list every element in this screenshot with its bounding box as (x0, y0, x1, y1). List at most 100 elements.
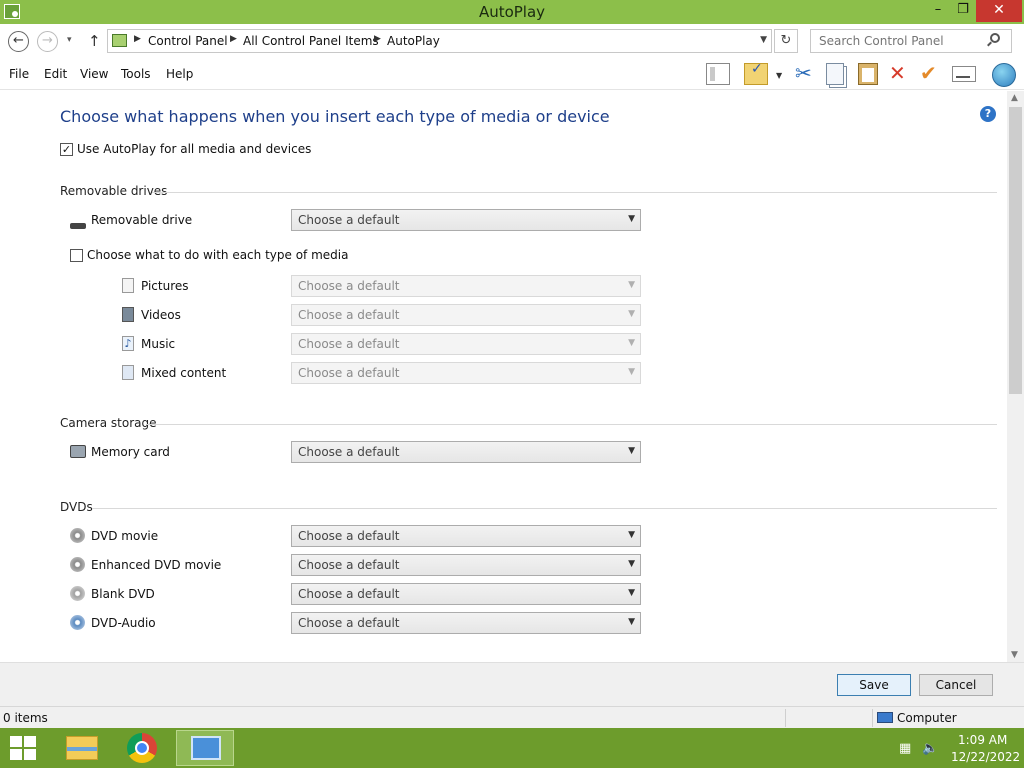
status-location: Computer (897, 711, 957, 725)
network-icon[interactable]: ▦ (899, 741, 911, 756)
select-value: Choose a default (298, 587, 400, 601)
start-button[interactable] (10, 736, 38, 762)
volume-icon[interactable]: 🔈 (922, 741, 938, 756)
properties-icon[interactable] (744, 61, 768, 85)
clock-time[interactable]: 1:09 AM (958, 733, 1007, 747)
control-panel-icon (112, 34, 127, 47)
help-icon[interactable]: ? (980, 106, 996, 122)
menu-edit[interactable]: Edit (44, 67, 67, 81)
forward-button[interactable]: → (37, 31, 58, 52)
dvd-audio-icon (70, 615, 85, 630)
chevron-down-icon: ▼ (628, 338, 635, 348)
windows-logo-pane (24, 736, 36, 747)
breadcrumb-autoplay[interactable]: AutoPlay (387, 34, 440, 48)
copy-icon[interactable] (826, 63, 844, 85)
address-row: ← → ▾ ↑ ▶ Control Panel ▶ All Control Pa… (0, 24, 1024, 58)
windows-logo-pane (10, 749, 22, 760)
cut-icon[interactable]: ✂ (795, 62, 812, 84)
cancel-button[interactable]: Cancel (919, 674, 993, 696)
scroll-up-icon[interactable]: ▲ (1011, 93, 1018, 103)
close-button[interactable]: ✕ (976, 0, 1022, 22)
music-select[interactable]: Choose a default ▼ (291, 333, 641, 355)
taskbar-control-panel[interactable] (176, 730, 234, 766)
scroll-thumb[interactable] (1009, 107, 1022, 394)
per-media-label[interactable]: Choose what to do with each type of medi… (87, 248, 348, 262)
memory-card-select[interactable]: Choose a default ▼ (291, 441, 641, 463)
taskbar-chrome[interactable] (114, 730, 172, 766)
pictures-label: Pictures (141, 279, 189, 293)
vertical-scrollbar[interactable]: ▲ ▼ (1007, 91, 1024, 662)
mixed-content-label: Mixed content (141, 366, 227, 380)
search-icon[interactable] (990, 33, 1000, 43)
chevron-down-icon[interactable]: ▼ (776, 71, 782, 80)
select-value: Choose a default (298, 308, 400, 322)
memory-card-label: Memory card (91, 445, 170, 459)
up-button[interactable]: ↑ (88, 32, 101, 50)
select-value: Choose a default (298, 558, 400, 572)
section-divider (152, 192, 997, 193)
chevron-down-icon: ▼ (628, 588, 635, 598)
select-value: Choose a default (298, 366, 400, 380)
maximize-button[interactable]: ❐ (949, 0, 977, 22)
paste-icon[interactable] (858, 63, 878, 85)
chevron-down-icon: ▼ (628, 559, 635, 569)
save-button[interactable]: Save (837, 674, 911, 696)
computer-icon (877, 712, 893, 723)
item-count: 0 items (3, 711, 48, 725)
breadcrumb-control-panel[interactable]: Control Panel (148, 34, 228, 48)
taskbar: ▦ 🔈 1:09 AM 12/22/2022 (0, 728, 1024, 768)
refresh-button[interactable]: ↻ (774, 29, 798, 53)
dvd-audio-label: DVD-Audio (91, 616, 156, 630)
chevron-down-icon: ▼ (628, 530, 635, 540)
globe-icon[interactable] (992, 63, 1016, 87)
chrome-icon (127, 733, 157, 763)
dvd-audio-select[interactable]: Choose a default ▼ (291, 612, 641, 634)
per-media-checkbox[interactable] (70, 249, 83, 262)
videos-select[interactable]: Choose a default ▼ (291, 304, 641, 326)
minimize-button[interactable]: – (924, 0, 952, 22)
menu-help[interactable]: Help (166, 67, 193, 81)
dvd-movie-select[interactable]: Choose a default ▼ (291, 525, 641, 547)
select-value: Choose a default (298, 337, 400, 351)
status-divider (785, 709, 786, 727)
checkmark-icon[interactable]: ✔ (920, 62, 937, 84)
chevron-down-icon[interactable]: ▼ (760, 35, 767, 45)
rename-icon[interactable] (952, 66, 976, 82)
menu-bar: File Edit View Tools Help ▼ ✂ ✕ ✔ (0, 58, 1024, 90)
section-camera-storage: Camera storage (60, 416, 157, 430)
window-title: AutoPlay (478, 3, 546, 21)
enhanced-dvd-movie-select[interactable]: Choose a default ▼ (291, 554, 641, 576)
removable-drive-select[interactable]: Choose a default ▼ (291, 209, 641, 231)
breadcrumb-all-items[interactable]: All Control Panel Items (243, 34, 379, 48)
memory-card-icon (70, 445, 86, 458)
mixed-content-select[interactable]: Choose a default ▼ (291, 362, 641, 384)
section-divider (147, 424, 997, 425)
menu-tools[interactable]: Tools (121, 67, 151, 81)
pictures-select[interactable]: Choose a default ▼ (291, 275, 641, 297)
dvd-movie-label: DVD movie (91, 529, 159, 543)
clock-date[interactable]: 12/22/2022 (951, 750, 1020, 764)
use-autoplay-label[interactable]: Use AutoPlay for all media and devices (77, 142, 311, 156)
menu-view[interactable]: View (80, 67, 108, 81)
layout-icon[interactable] (706, 63, 730, 85)
chevron-right-icon[interactable]: ▶ (230, 34, 237, 44)
menu-file[interactable]: File (9, 67, 29, 81)
chevron-down-icon: ▼ (628, 617, 635, 627)
address-bar[interactable]: ▶ Control Panel ▶ All Control Panel Item… (107, 29, 772, 53)
music-label: Music (141, 337, 176, 351)
select-value: Choose a default (298, 445, 400, 459)
delete-icon[interactable]: ✕ (889, 62, 906, 84)
blank-dvd-icon (70, 586, 85, 601)
use-autoplay-checkbox[interactable]: ✓ (60, 143, 73, 156)
taskbar-file-explorer[interactable] (52, 730, 110, 766)
scroll-down-icon[interactable]: ▼ (1011, 650, 1018, 660)
blank-dvd-select[interactable]: Choose a default ▼ (291, 583, 641, 605)
chevron-right-icon[interactable]: ▶ (374, 34, 381, 44)
search-input[interactable] (810, 29, 1012, 53)
recent-locations-dropdown[interactable]: ▾ (67, 35, 72, 45)
chevron-right-icon[interactable]: ▶ (134, 34, 141, 44)
chevron-down-icon: ▼ (628, 214, 635, 224)
enhanced-dvd-movie-label: Enhanced DVD movie (91, 558, 222, 572)
videos-label: Videos (141, 308, 181, 322)
back-button[interactable]: ← (8, 31, 29, 52)
